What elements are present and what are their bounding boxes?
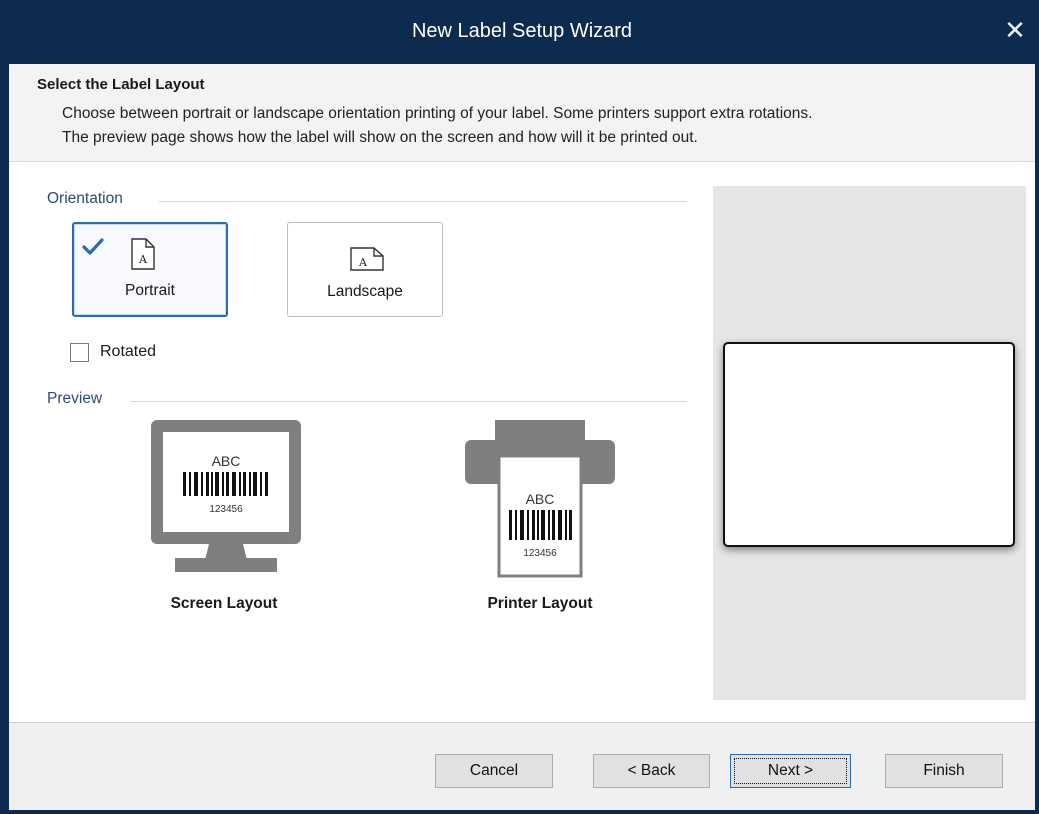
step-title: Select the Label Layout (37, 76, 205, 93)
orientation-divider (159, 201, 687, 202)
cancel-button[interactable]: Cancel (435, 754, 553, 788)
rotated-label: Rotated (100, 343, 157, 360)
rotated-checkbox[interactable] (70, 343, 89, 362)
preview-divider (131, 401, 687, 402)
monitor-icon: ABC 123456 (151, 420, 301, 572)
step-description-line-1: Choose between portrait or landscape ori… (62, 105, 813, 122)
portrait-label: Portrait (125, 282, 175, 299)
wizard-window: New Label Setup Wizard ✕ Select the Labe… (0, 0, 1039, 814)
screen-barcode-number: 123456 (209, 504, 243, 515)
printer-barcode-number: 123456 (523, 548, 557, 559)
printer-layout-caption: Printer Layout (487, 595, 593, 612)
wizard-footer: Cancel < Back Next > Finish (9, 722, 1035, 810)
next-button-label: Next > (767, 762, 814, 779)
label-preview-panel (713, 186, 1026, 700)
orientation-section-label: Orientation (47, 190, 123, 207)
back-button[interactable]: < Back (593, 754, 710, 788)
screen-layout-preview[interactable]: ABC 123456 Screen Layout (129, 418, 319, 618)
checkmark-icon (82, 238, 104, 255)
preview-section-label: Preview (47, 390, 103, 407)
wizard-header: Select the Label Layout Choose between p… (9, 64, 1035, 162)
screen-layout-caption: Screen Layout (170, 595, 278, 612)
landscape-option-button[interactable]: A Landscape (287, 222, 443, 317)
printer-icon: ABC 123456 (465, 420, 615, 578)
step-description: Choose between portrait or landscape ori… (62, 102, 812, 150)
landscape-label: Landscape (327, 283, 403, 300)
printer-sample-text: ABC (526, 491, 555, 507)
close-icon[interactable]: ✕ (1001, 16, 1029, 44)
window-title: New Label Setup Wizard (411, 20, 633, 42)
finish-button[interactable]: Finish (885, 754, 1003, 788)
step-description-line-2: The preview page shows how the label wil… (62, 129, 698, 146)
label-preview-shape (723, 342, 1015, 547)
next-button[interactable]: Next > (730, 754, 851, 788)
portrait-page-icon: A (131, 238, 155, 270)
landscape-page-letter: A (358, 256, 368, 269)
screen-sample-text: ABC (212, 453, 241, 469)
portrait-page-letter: A (138, 253, 148, 266)
portrait-option-button[interactable]: A Portrait (72, 222, 228, 317)
landscape-page-icon: A (350, 247, 384, 271)
title-bar: New Label Setup Wizard ✕ (9, 0, 1035, 64)
printer-layout-preview[interactable]: ABC 123456 Printer Layout (445, 418, 635, 618)
